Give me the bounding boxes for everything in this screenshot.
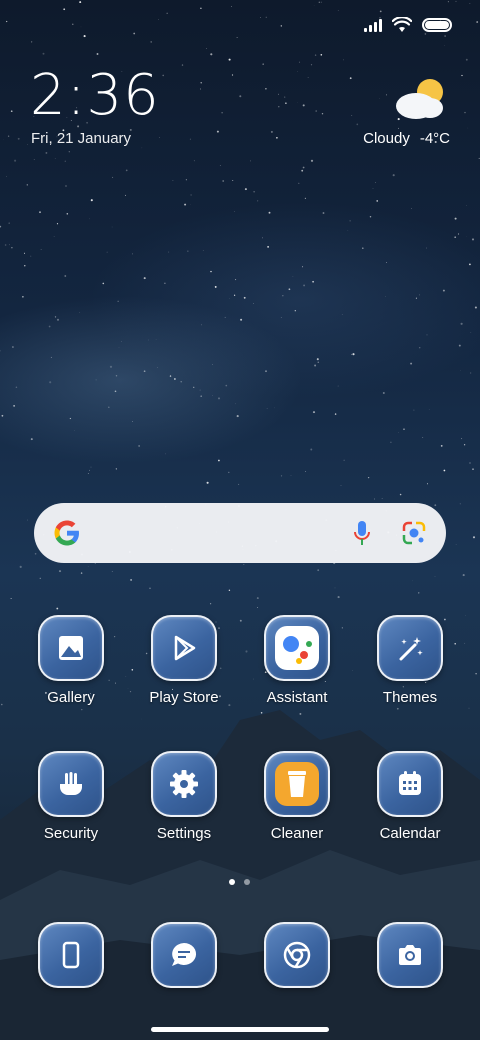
clock-time[interactable]: 2:36 [30,66,160,126]
app-security[interactable]: Security [16,751,126,842]
google-search-bar[interactable] [34,503,446,563]
page-indicator [229,879,250,885]
gesture-home-bar[interactable] [151,1027,329,1032]
lens-icon[interactable] [400,519,428,547]
messages-icon [151,922,217,988]
microphone-icon[interactable] [352,519,372,547]
security-icon [38,751,104,817]
app-label: Themes [382,689,438,706]
weather-readout[interactable]: Cloudy -4°C [363,130,450,147]
google-logo-icon [54,520,79,546]
phone-icon [38,922,104,988]
dock-camera[interactable] [355,922,465,988]
camera-icon [377,922,443,988]
app-label: Security [43,825,99,842]
weather-condition: Cloudy [363,130,410,147]
gear-icon [151,751,217,817]
app-assistant[interactable]: Assistant [242,615,352,706]
signal-icon [364,18,382,32]
dock-phone[interactable] [16,922,126,988]
clock-date[interactable]: Fri, 21 January [31,130,131,147]
app-label: Settings [156,825,212,842]
calendar-icon [377,751,443,817]
partly-cloudy-icon[interactable] [394,74,450,122]
app-label: Assistant [266,689,328,706]
wifi-icon [392,17,412,32]
page-dot [244,879,250,885]
weather-temperature: -4°C [419,130,450,147]
play-store-icon [151,615,217,681]
page-dot-active [229,879,235,885]
app-play-store[interactable]: Play Store [129,615,239,706]
app-label: Play Store [149,689,219,706]
chrome-icon [264,922,330,988]
dock-messages[interactable] [129,922,239,988]
app-calendar[interactable]: Calendar [355,751,465,842]
dock-chrome[interactable] [242,922,352,988]
app-label: Cleaner [270,825,324,842]
app-label: Calendar [379,825,441,842]
battery-icon [422,18,452,32]
cleaner-icon [264,751,330,817]
app-cleaner[interactable]: Cleaner [242,751,352,842]
app-themes[interactable]: Themes [355,615,465,706]
assistant-icon [264,615,330,681]
app-gallery[interactable]: Gallery [16,615,126,706]
themes-icon [377,615,443,681]
app-label: Gallery [47,689,95,706]
app-settings[interactable]: Settings [129,751,239,842]
gallery-icon [38,615,104,681]
status-bar [364,14,452,36]
